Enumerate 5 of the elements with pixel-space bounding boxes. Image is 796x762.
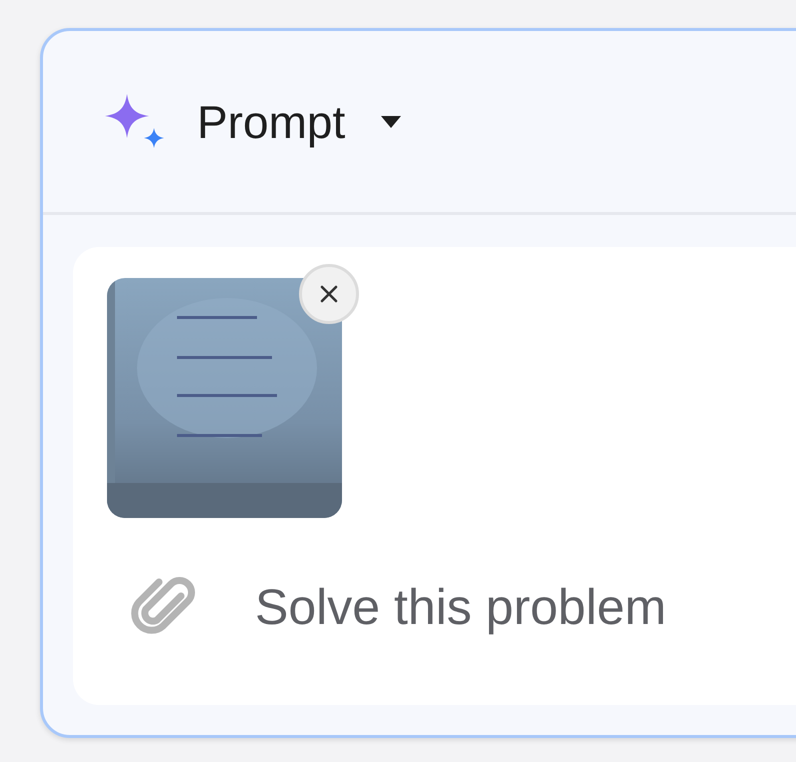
prompt-text[interactable]: Solve this problem — [255, 578, 666, 636]
close-icon — [319, 284, 339, 304]
caret-icon — [381, 116, 402, 128]
sparkle-icon — [105, 94, 165, 150]
prompt-dropdown[interactable]: Prompt — [197, 94, 402, 148]
